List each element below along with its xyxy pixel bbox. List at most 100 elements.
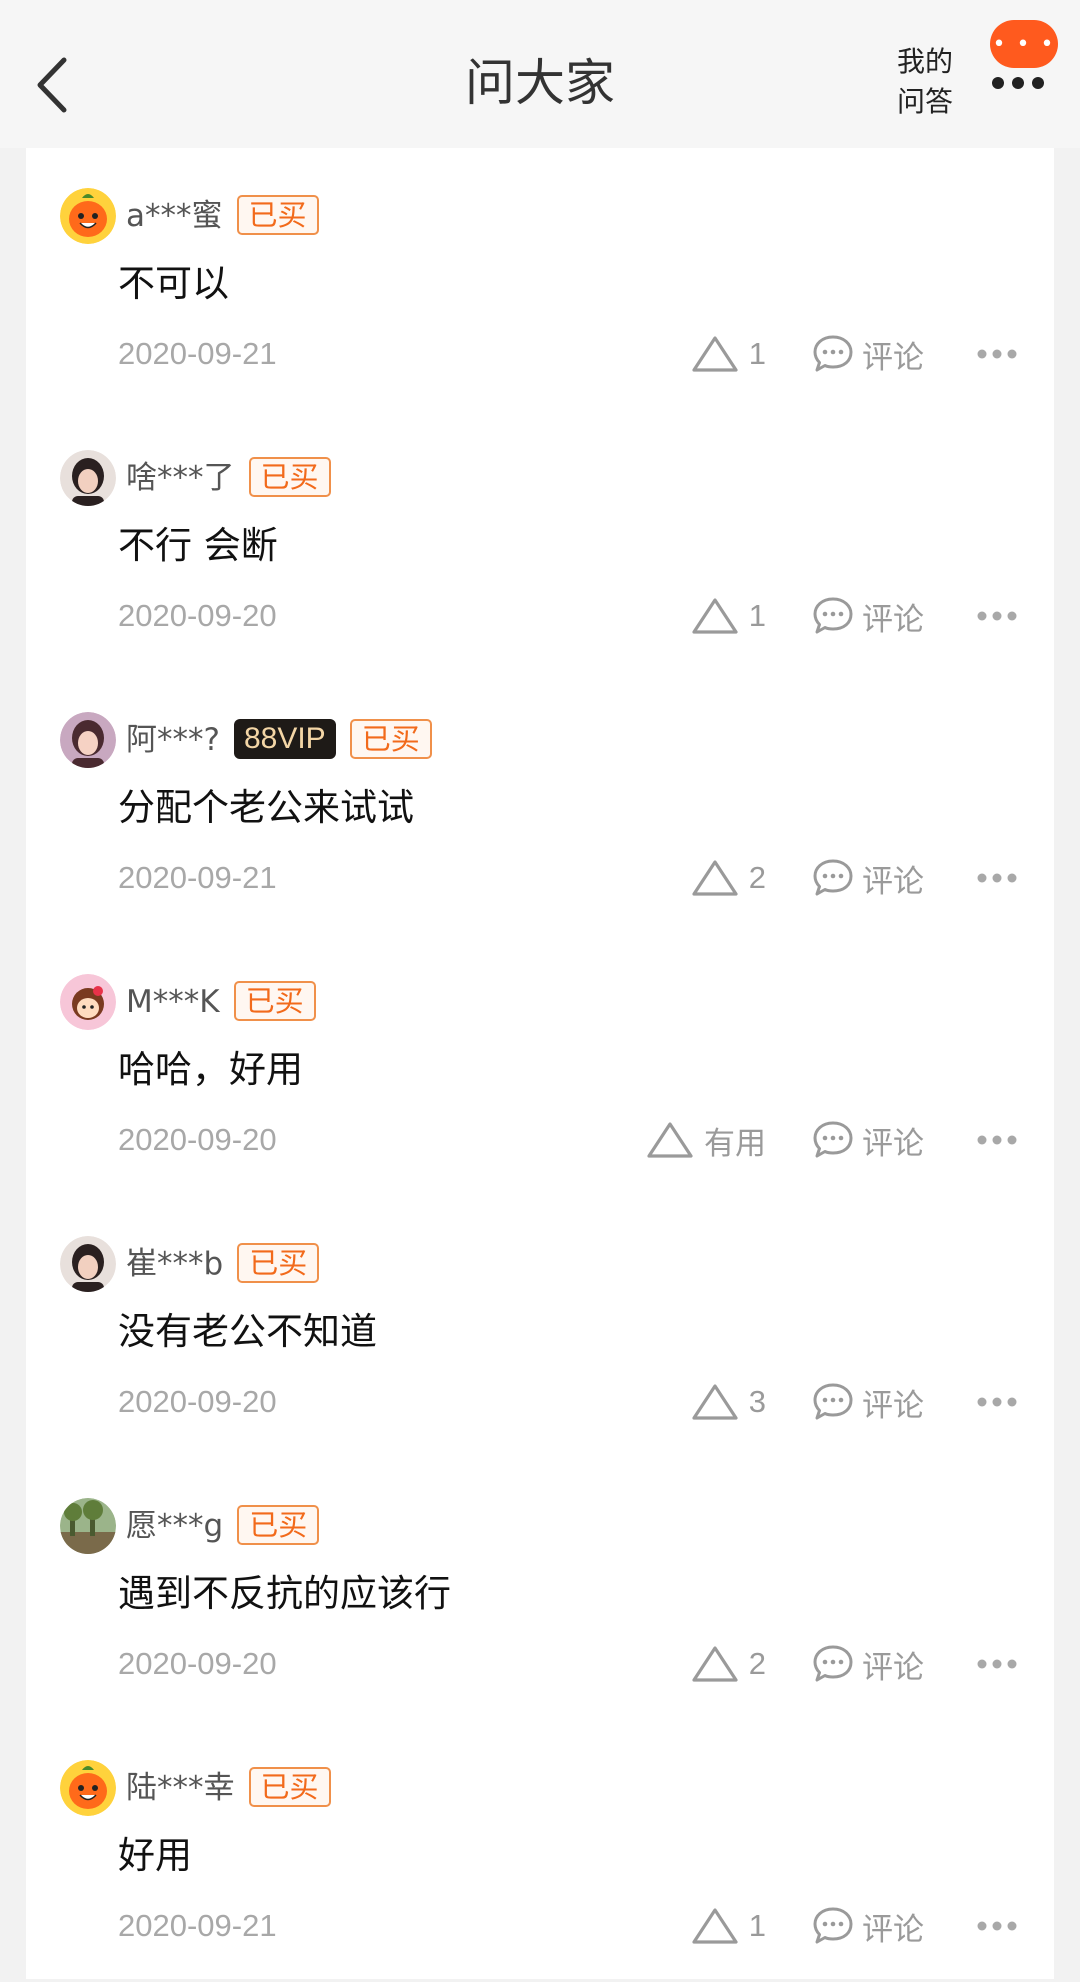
answer-date: 2020-09-20 bbox=[118, 598, 277, 633]
bought-badge: 已买 bbox=[349, 719, 432, 759]
comment-label: 评论 bbox=[862, 601, 924, 638]
badge-group: 已买 bbox=[237, 1243, 320, 1283]
like-button[interactable]: 有用 bbox=[646, 1118, 766, 1162]
avatar[interactable] bbox=[60, 1498, 116, 1554]
comment-label: 评论 bbox=[862, 863, 924, 900]
bought-badge: 已买 bbox=[237, 1243, 320, 1283]
answer-date: 2020-09-20 bbox=[118, 1122, 277, 1157]
badge-group: 已买 bbox=[237, 1505, 320, 1545]
answer-date: 2020-09-20 bbox=[118, 1384, 277, 1419]
user-name: 啥***了 bbox=[126, 460, 235, 496]
comment-label: 评论 bbox=[862, 339, 924, 376]
user-name: 愿***g bbox=[126, 1508, 224, 1544]
comment-button[interactable]: 评论 bbox=[812, 594, 924, 638]
comment-bubble-icon bbox=[813, 859, 853, 896]
avatar[interactable] bbox=[60, 188, 116, 244]
answer-text[interactable]: 哈哈，好用 bbox=[118, 1044, 303, 1096]
answer-text[interactable]: 没有老公不知道 bbox=[118, 1306, 377, 1358]
like-button[interactable]: 2 bbox=[691, 1642, 766, 1686]
avatar[interactable] bbox=[60, 1760, 116, 1816]
like-triangle-icon bbox=[692, 598, 738, 634]
answer-text[interactable]: 不可以 bbox=[118, 258, 229, 310]
answer-item: M***K 已买 哈哈，好用 2020-09-20 有用 评论 bbox=[26, 934, 1054, 1196]
like-count: 1 bbox=[748, 598, 766, 633]
like-count: 有用 bbox=[704, 1125, 766, 1161]
comment-bubble-icon bbox=[813, 597, 853, 634]
bought-badge: 已买 bbox=[236, 195, 319, 235]
answer-item: 啥***了 已买 不行 会断 2020-09-20 1 评论 bbox=[26, 410, 1054, 672]
comment-label: 评论 bbox=[862, 1125, 924, 1162]
bought-badge: 已买 bbox=[233, 981, 316, 1021]
like-count: 3 bbox=[748, 1384, 766, 1419]
user-name: 陆***幸 bbox=[126, 1770, 235, 1806]
comment-button[interactable]: 评论 bbox=[812, 1642, 924, 1686]
top-nav-bar: 问大家 我的 问答 • • • bbox=[0, 0, 1080, 148]
like-triangle-icon bbox=[692, 1384, 738, 1420]
comment-label: 评论 bbox=[862, 1649, 924, 1686]
answer-item: a***蜜 已买 不可以 2020-09-21 1 评论 bbox=[26, 148, 1054, 410]
user-name: M***K bbox=[126, 984, 220, 1020]
bought-badge: 已买 bbox=[248, 1767, 331, 1807]
badge-group: 已买 bbox=[236, 195, 319, 235]
avatar[interactable] bbox=[60, 712, 116, 768]
answer-text[interactable]: 遇到不反抗的应该行 bbox=[118, 1568, 451, 1620]
answer-text[interactable]: 好用 bbox=[118, 1830, 192, 1882]
like-triangle-icon bbox=[647, 1122, 693, 1158]
comment-bubble-icon bbox=[813, 1383, 853, 1420]
bought-badge: 已买 bbox=[248, 457, 331, 497]
badge-group: 已买 bbox=[248, 457, 331, 497]
bought-badge: 已买 bbox=[237, 1505, 320, 1545]
badge-group: 已买 bbox=[248, 1767, 331, 1807]
comment-bubble-icon bbox=[813, 1907, 853, 1944]
like-button[interactable]: 3 bbox=[691, 1380, 766, 1424]
avatar[interactable] bbox=[60, 1236, 116, 1292]
like-triangle-icon bbox=[692, 860, 738, 896]
more-options-icon[interactable] bbox=[976, 348, 1018, 360]
more-options-icon[interactable] bbox=[976, 872, 1018, 884]
avatar[interactable] bbox=[60, 450, 116, 506]
answer-date: 2020-09-21 bbox=[118, 860, 277, 895]
like-count: 2 bbox=[748, 1646, 766, 1681]
like-button[interactable]: 1 bbox=[691, 332, 766, 376]
comment-bubble-icon bbox=[813, 1121, 853, 1158]
like-button[interactable]: 2 bbox=[691, 856, 766, 900]
my-qa-label-line1: 我的 bbox=[896, 45, 953, 78]
like-button[interactable]: 1 bbox=[691, 594, 766, 638]
comment-button[interactable]: 评论 bbox=[812, 1380, 924, 1424]
user-name: a***蜜 bbox=[126, 198, 223, 234]
badge-group: 已买 bbox=[233, 981, 316, 1021]
my-qa-label-line2: 问答 bbox=[896, 85, 953, 118]
comment-label: 评论 bbox=[862, 1911, 924, 1948]
answer-date: 2020-09-21 bbox=[118, 336, 277, 371]
avatar[interactable] bbox=[60, 974, 116, 1030]
like-button[interactable]: 1 bbox=[691, 1904, 766, 1948]
answer-text[interactable]: 分配个老公来试试 bbox=[118, 782, 414, 834]
answer-item: 崔***b 已买 没有老公不知道 2020-09-20 3 评论 bbox=[26, 1196, 1054, 1458]
more-options-icon[interactable] bbox=[976, 610, 1018, 622]
more-options-icon[interactable] bbox=[976, 1396, 1018, 1408]
comment-button[interactable]: 评论 bbox=[812, 1904, 924, 1948]
message-badge[interactable]: • • • bbox=[990, 20, 1058, 68]
vip-badge: 88VIP bbox=[233, 719, 336, 759]
comment-bubble-icon bbox=[813, 1645, 853, 1682]
like-triangle-icon bbox=[692, 1646, 738, 1682]
more-options-icon[interactable] bbox=[976, 1920, 1018, 1932]
comment-button[interactable]: 评论 bbox=[812, 1118, 924, 1162]
answer-date: 2020-09-21 bbox=[118, 1908, 277, 1943]
answer-date: 2020-09-20 bbox=[118, 1646, 277, 1681]
comment-button[interactable]: 评论 bbox=[812, 332, 924, 376]
comment-bubble-icon bbox=[813, 335, 853, 372]
user-name: 崔***b bbox=[126, 1246, 224, 1282]
answers-list: a***蜜 已买 不可以 2020-09-21 1 评论 啥***了 已买 不行… bbox=[26, 148, 1054, 1979]
like-count: 1 bbox=[748, 1908, 766, 1943]
my-qa-button[interactable]: 我的 问答 bbox=[890, 42, 960, 122]
more-options-icon[interactable] bbox=[976, 1134, 1018, 1146]
more-options-icon[interactable] bbox=[976, 1658, 1018, 1670]
badge-group: 88VIP 已买 bbox=[233, 719, 432, 759]
more-menu-icon[interactable] bbox=[990, 75, 1046, 91]
comment-button[interactable]: 评论 bbox=[812, 856, 924, 900]
like-triangle-icon bbox=[692, 1908, 738, 1944]
answer-text[interactable]: 不行 会断 bbox=[118, 520, 278, 572]
comment-label: 评论 bbox=[862, 1387, 924, 1424]
like-count: 1 bbox=[748, 336, 766, 371]
